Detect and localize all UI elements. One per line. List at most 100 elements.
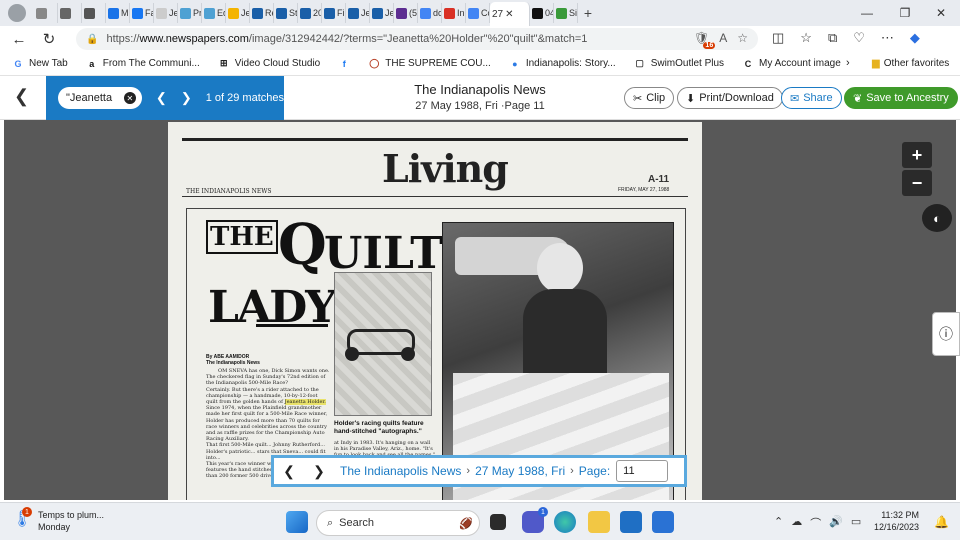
browser-tab[interactable]: Cc <box>466 3 490 23</box>
browser-tab[interactable]: 04 <box>530 3 554 23</box>
bookmark-item[interactable]: ◯ THE SUPREME COU... <box>368 58 491 70</box>
share-button[interactable]: ✉ Share <box>781 87 842 109</box>
browser-tab[interactable]: 20 <box>298 3 322 23</box>
browser-tab[interactable]: In <box>442 3 466 23</box>
start-icon[interactable] <box>286 511 308 533</box>
collections-icon[interactable]: ⧉ <box>828 30 837 46</box>
newspaper-viewer[interactable]: Living A-11 THE INDIANAPOLIS NEWS FRIDAY… <box>4 120 956 500</box>
cloud-icon[interactable]: ☁ <box>791 515 802 531</box>
tab-label: Je <box>361 8 370 18</box>
bookmark-label: Indianapolis: Story... <box>525 58 616 69</box>
browser-tab[interactable] <box>34 3 58 23</box>
other-favorites[interactable]: ▆ Other favorites <box>872 58 949 69</box>
bookmark-label: THE SUPREME COU... <box>385 58 491 69</box>
active-tab[interactable]: 27 ✕ <box>490 2 530 26</box>
bookmark-item[interactable]: G New Tab <box>12 58 67 70</box>
close-window-button[interactable]: ✕ <box>922 0 960 26</box>
contrast-icon[interactable]: ◐ <box>922 204 952 232</box>
task-view-icon[interactable] <box>490 514 506 530</box>
copilot-icon[interactable]: ◆ <box>910 30 920 46</box>
reload-button[interactable]: ↻ <box>38 28 60 50</box>
tab-label: M <box>121 8 129 18</box>
print-download-button[interactable]: ⬇ Print/Download <box>677 87 783 109</box>
minimize-button[interactable]: — <box>848 0 886 26</box>
browser-tab[interactable]: Ed <box>202 3 226 23</box>
more-options-icon[interactable]: ⋯ <box>881 30 894 46</box>
browser-tab[interactable]: Je <box>370 3 394 23</box>
clear-search-icon[interactable]: ✕ <box>123 92 136 104</box>
page-code: A-11 <box>648 174 670 185</box>
browser-tab[interactable]: (5 <box>394 3 418 23</box>
tab-favicon-icon <box>444 7 455 19</box>
quilt-photo <box>334 272 432 416</box>
tab-label: 20 <box>313 8 321 18</box>
browser-tab[interactable]: Je <box>154 3 178 23</box>
url-bar[interactable]: 🔒 https://www.newspapers.com/image/31294… <box>76 28 758 50</box>
nav-paper-link[interactable]: The Indianapolis News <box>340 464 461 478</box>
notification-icon[interactable]: 🔔 <box>934 515 949 529</box>
zoom-in-button[interactable]: + <box>902 142 932 168</box>
browser-essentials-icon[interactable]: ♡ <box>853 30 865 46</box>
browser-tab[interactable] <box>82 3 106 23</box>
weather-widget[interactable]: 🌡 1 Temps to plum... Monday <box>12 507 104 533</box>
tab-label: (5 <box>409 8 418 18</box>
extension-badge: 16 <box>703 42 716 49</box>
browser-tab[interactable]: Je <box>346 3 370 23</box>
split-screen-icon[interactable]: ◫ <box>772 30 784 46</box>
bookmark-item[interactable]: f <box>338 58 350 70</box>
battery-icon[interactable]: ▭ <box>851 515 861 531</box>
bookmark-item[interactable]: a From The Communi... <box>86 58 200 70</box>
show-hidden-icons[interactable]: ⌃ <box>774 515 783 531</box>
bookmark-item[interactable]: ● Indianapolis: Story... <box>509 58 616 70</box>
system-clock[interactable]: 11:32 PM 12/16/2023 <box>874 509 919 533</box>
clock-time: 11:32 PM <box>881 510 920 520</box>
browser-tab[interactable]: Fir <box>322 3 346 23</box>
prev-page-icon[interactable]: ❮ <box>274 463 304 480</box>
browser-tab[interactable]: Re <box>250 3 274 23</box>
search-input[interactable]: "Jeanetta ✕ <box>58 87 142 109</box>
maximize-button[interactable]: ❐ <box>886 0 924 26</box>
next-page-icon[interactable]: ❯ <box>304 463 334 480</box>
mail-app-icon[interactable] <box>652 511 674 533</box>
favorite-star-icon[interactable]: ☆ <box>737 31 748 45</box>
close-tab-icon[interactable]: ✕ <box>505 9 513 20</box>
favorites-icon[interactable]: ☆ <box>800 30 812 46</box>
next-match-icon[interactable]: ❯ <box>181 90 192 106</box>
browser-tab[interactable]: Je <box>226 3 250 23</box>
bookmark-item[interactable]: ⊞ Video Cloud Studio <box>218 58 320 70</box>
zoom-out-button[interactable]: − <box>902 170 932 196</box>
read-aloud-icon[interactable]: A <box>719 31 727 45</box>
match-count: 1 of 29 matches <box>205 92 284 104</box>
browser-tab[interactable]: Sit <box>554 3 578 23</box>
teams-icon[interactable]: 1 <box>522 507 548 533</box>
headline-the: THE <box>206 220 278 254</box>
bookmark-item[interactable]: C My Account image <box>742 58 841 70</box>
back-chevron-icon[interactable]: ❮ <box>14 86 29 107</box>
save-to-ancestry-button[interactable]: ❦ Save to Ancestry <box>844 87 958 109</box>
profile-avatar[interactable] <box>8 4 26 22</box>
browser-tab[interactable]: Pr <box>178 3 202 23</box>
wifi-icon[interactable]: ⌒ <box>810 515 821 531</box>
store-icon[interactable] <box>620 511 642 533</box>
page-number-input[interactable]: 11 <box>616 460 669 482</box>
extension-icon[interactable]: 🛡 16 <box>694 31 716 49</box>
clip-button[interactable]: ✂ Clip <box>624 87 675 109</box>
nav-date-link[interactable]: 27 May 1988, Fri <box>475 464 565 478</box>
bookmark-icon: ◯ <box>369 58 380 68</box>
file-explorer-icon[interactable] <box>588 511 610 533</box>
edge-icon[interactable] <box>554 511 576 533</box>
bookmarks-overflow-icon[interactable]: › <box>846 57 850 69</box>
browser-tab[interactable]: Fa <box>130 3 154 23</box>
volume-icon[interactable]: 🔊 <box>829 515 843 531</box>
info-icon[interactable]: ⓘ <box>932 312 960 356</box>
lock-icon[interactable]: 🔒 <box>86 34 98 45</box>
back-button[interactable]: ← <box>8 28 30 50</box>
taskbar-search[interactable]: ⌕ Search 🏈 <box>316 510 480 536</box>
prev-match-icon[interactable]: ❮ <box>156 90 167 106</box>
browser-tab[interactable]: St <box>274 3 298 23</box>
browser-tab[interactable] <box>58 3 82 23</box>
browser-tab[interactable]: M <box>106 3 130 23</box>
new-tab-button[interactable]: + <box>578 3 598 23</box>
browser-tab[interactable]: dc <box>418 3 442 23</box>
bookmark-item[interactable]: ▢ SwimOutlet Plus <box>634 58 724 70</box>
